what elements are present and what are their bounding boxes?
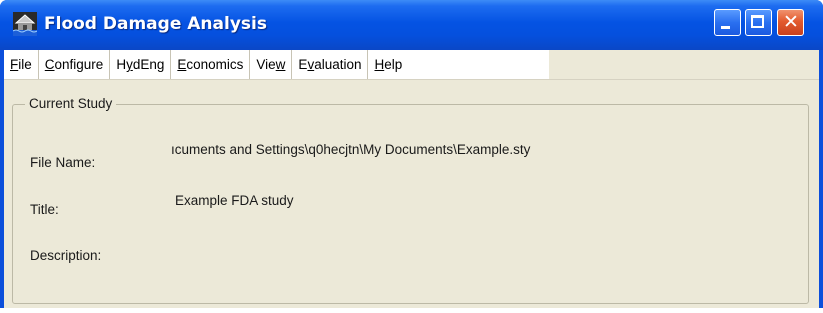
menu-economics-mnemonic: E [177,57,187,72]
menu-view-mnemonic: w [275,57,286,72]
maximize-icon [751,15,764,28]
menu-configure[interactable]: Configure [39,50,111,79]
menu-economics-text-b: conomics [186,57,244,72]
menu-view[interactable]: View [250,50,293,79]
title-bar[interactable]: Flood Damage Analysis ✕ [0,0,823,50]
menu-help[interactable]: Help [368,50,408,79]
close-icon: ✕ [783,11,799,33]
current-study-heading: Current Study [25,96,117,111]
title-label: Title: [30,202,59,217]
client-area: File Configure HydEng Economics View Eva… [4,50,819,308]
file-name-label: File Name: [30,155,96,170]
menu-file-text-b: ile [18,57,32,72]
window-title: Flood Damage Analysis [44,14,267,34]
menu-bar: File Configure HydEng Economics View Eva… [4,50,549,79]
menu-hydeng-text-b: dEng [132,57,165,72]
menu-file-mnemonic: F [10,57,19,72]
description-label: Description: [30,248,102,263]
menu-configure-mnemonic: C [44,57,55,72]
menu-help-text-b: elp [384,57,403,72]
menu-hydeng-text-a: H [116,57,127,72]
menu-configure-text-b: onfigure [54,57,104,72]
maximize-button[interactable] [745,9,772,36]
menu-file[interactable]: File [4,50,39,79]
current-study-group: Current Study File Name: ıcuments and Se… [12,96,809,304]
app-window: Flood Damage Analysis ✕ File Configure H… [0,0,823,308]
close-button[interactable]: ✕ [777,9,804,36]
menu-hydeng-mnemonic: y [126,57,133,72]
minimize-icon [721,26,730,29]
menu-evaluation[interactable]: Evaluation [292,50,369,79]
menu-help-mnemonic: H [374,57,385,72]
flood-house-icon [12,12,38,36]
menu-view-text-a: Vie [256,57,276,72]
menu-evaluation-text-b: aluation [314,57,362,72]
menu-hydeng[interactable]: HydEng [110,50,172,79]
file-name-value: ıcuments and Settings\q0hecjtn\My Docume… [171,142,531,157]
title-value: Example FDA study [175,193,294,208]
minimize-button[interactable] [714,9,741,36]
main-panel: Current Study File Name: ıcuments and Se… [4,79,819,308]
menu-economics[interactable]: Economics [171,50,251,79]
